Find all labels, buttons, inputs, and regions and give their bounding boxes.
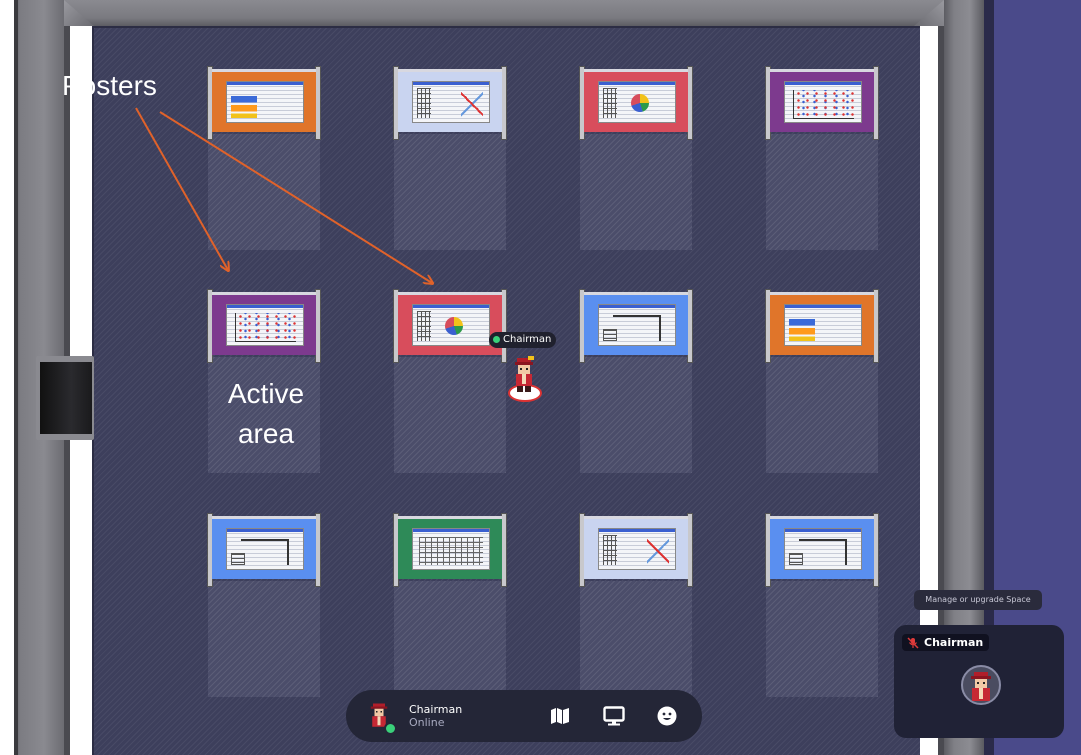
player-avatar[interactable] [508, 352, 540, 400]
video-tile-name: Chairman [924, 636, 984, 649]
mic-muted-icon [907, 637, 919, 649]
emoji-icon [657, 706, 677, 726]
online-status-dot [384, 722, 397, 735]
active-area-annotation: Active area [210, 374, 322, 454]
screen-share-button[interactable] [602, 704, 626, 728]
self-name: Chairman [409, 703, 463, 716]
arrow-line [159, 111, 432, 283]
player-name: Chairman [503, 334, 552, 345]
video-tile-avatar [961, 665, 1001, 705]
active-area-line1: Active [227, 378, 305, 409]
map-icon [551, 708, 569, 724]
manage-space-tooltip: Manage or upgrade Space [914, 590, 1042, 610]
player-nametag: Chairman [489, 332, 557, 348]
bottom-toolbar: Chairman Online [346, 690, 702, 742]
avatar-icon [971, 672, 991, 701]
map-button[interactable] [548, 704, 572, 728]
self-status: Online [409, 716, 445, 729]
game-world[interactable]: Posters Active area Chairman Chairman On… [0, 0, 1081, 755]
video-tile[interactable]: Chairman [894, 625, 1064, 738]
online-dot [493, 336, 500, 343]
active-area-line2: area [237, 418, 295, 449]
video-tile-label: Chairman [902, 634, 990, 651]
screen-share-icon [603, 706, 625, 726]
arrow-line [135, 107, 228, 270]
emoji-button[interactable] [655, 704, 679, 728]
